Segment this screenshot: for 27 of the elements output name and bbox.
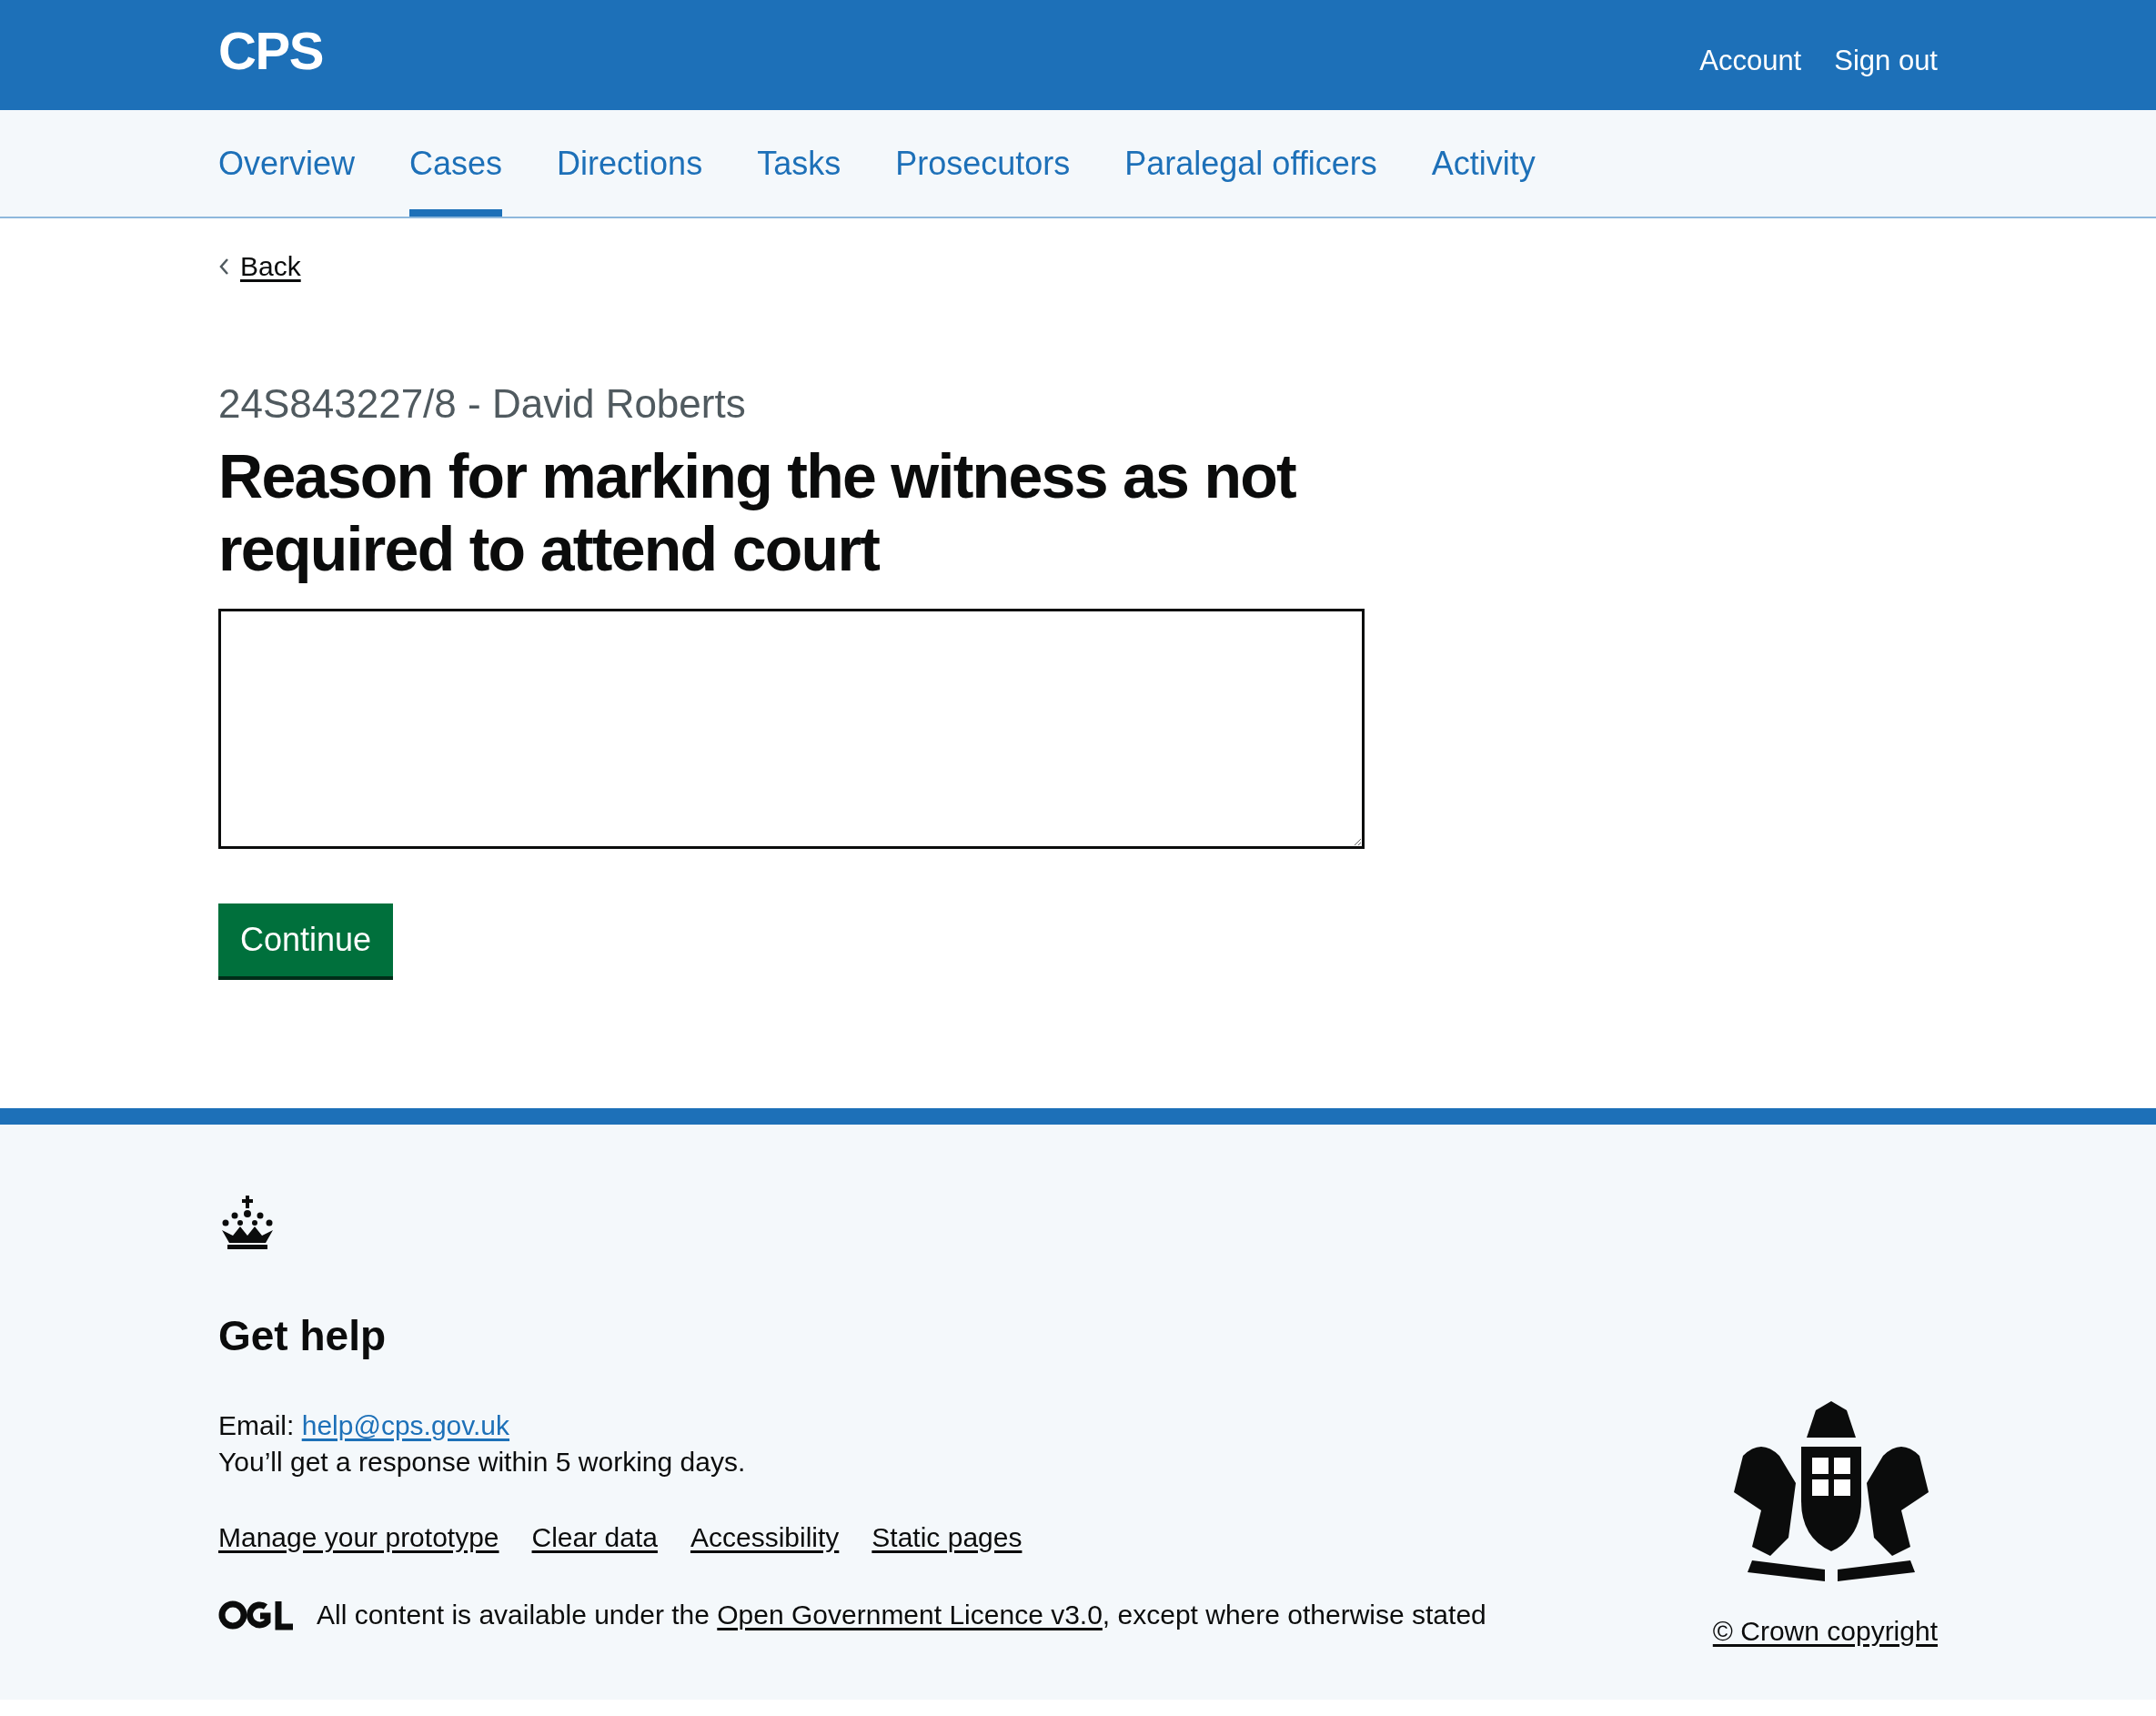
footer-link[interactable]: Clear data	[531, 1517, 658, 1558]
page-heading: Reason for marking the witness as not required to attend court	[218, 440, 1297, 585]
licence-text: All content is available under the Open Government Licence v3.0, except where otherwise stated	[317, 1599, 1486, 1631]
nav-tab[interactable]: Prosecutors	[895, 110, 1071, 217]
footer-link[interactable]: Accessibility	[690, 1517, 840, 1558]
footer-link[interactable]: Static pages	[871, 1517, 1023, 1558]
nav-tab[interactable]: Directions	[557, 110, 703, 217]
email-link[interactable]: help@cps.gov.uk	[301, 1410, 510, 1440]
chevron-left-icon	[218, 257, 229, 276]
response-text: You’ll get a response within 5 working days.	[218, 1446, 747, 1479]
help-heading: Get help	[218, 1311, 388, 1361]
copyright-link[interactable]: © Crown copyright	[1712, 1610, 1938, 1651]
nav-tab[interactable]: Paralegal officers	[1124, 110, 1377, 217]
logo[interactable]: CPS	[218, 11, 323, 90]
licence-link[interactable]: Open Government Licence v3.0	[717, 1600, 1103, 1630]
ogl-logo-icon	[218, 1599, 295, 1630]
reason-textarea[interactable]	[218, 609, 1365, 849]
email-label: Email:	[218, 1410, 295, 1440]
nav-tab[interactable]: Overview	[218, 110, 356, 217]
nav-tab[interactable]: Cases	[409, 110, 503, 217]
caption: 24S843227/8 - David Roberts	[218, 380, 747, 428]
nav-tab[interactable]: Activity	[1431, 110, 1536, 217]
header-link[interactable]: Account	[1699, 40, 1802, 83]
header-link[interactable]: Sign out	[1834, 40, 1938, 83]
nav-tab[interactable]: Tasks	[757, 110, 841, 217]
back-link[interactable]: Back	[218, 246, 301, 287]
footer-link[interactable]: Manage your prototype	[218, 1517, 499, 1558]
